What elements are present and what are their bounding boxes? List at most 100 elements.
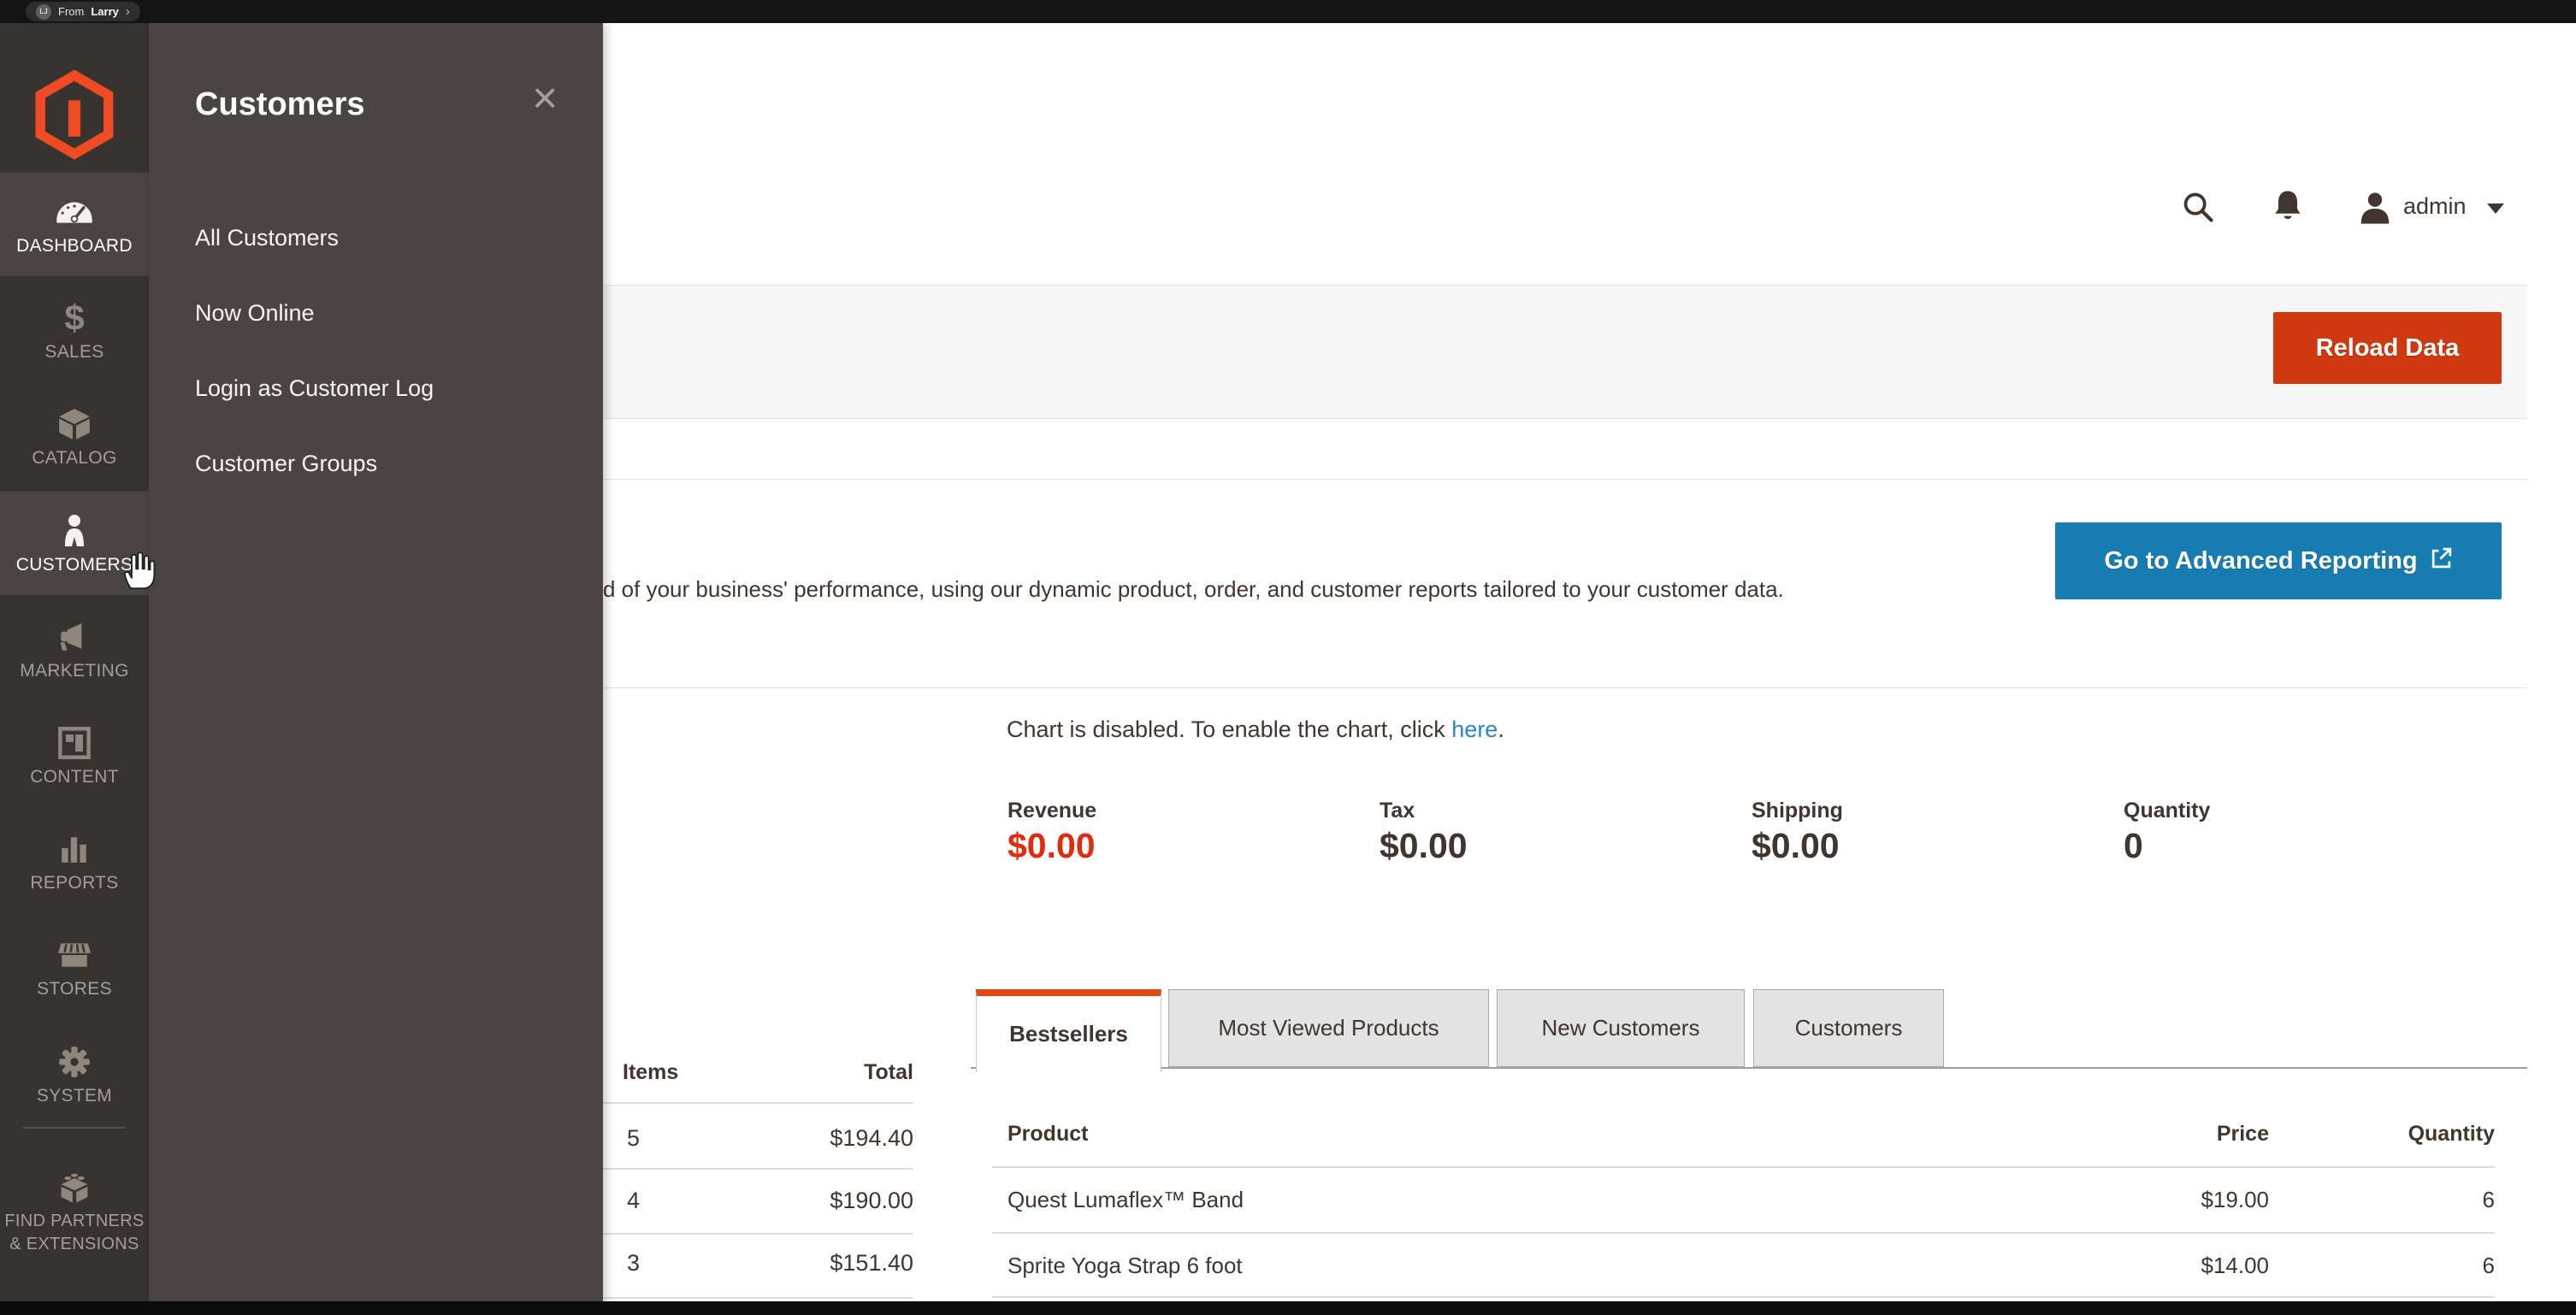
bestsellers-col-price: Price (2098, 1122, 2269, 1147)
bestsellers-row-product: Sprite Yoga Strap 6 foot (1007, 1253, 1243, 1279)
shipping-value: $0.00 (1752, 826, 1840, 866)
bestsellers-row-product: Quest Lumaflex™ Band (1007, 1187, 1244, 1213)
sidebar-item-label: CONTENT (0, 767, 149, 787)
revenue-value: $0.00 (1007, 826, 1096, 866)
magento-admin-dashboard: admin Reload Data d of your business' pe… (0, 0, 2576, 1315)
customers-person-icon (0, 510, 149, 551)
pill-name-text: Larry (91, 5, 119, 18)
sidebar-item-label: MARKETING (0, 661, 149, 681)
tax-label: Tax (1380, 799, 1415, 823)
tab-most-viewed-products[interactable]: Most Viewed Products (1168, 989, 1489, 1067)
catalog-box-icon (0, 404, 149, 445)
tab-customers[interactable]: Customers (1753, 989, 1944, 1067)
sidebar-item-label: CUSTOMERS (0, 555, 149, 575)
tab-new-customers[interactable]: New Customers (1497, 989, 1745, 1067)
sidebar-item-marketing[interactable]: MARKETING (0, 598, 149, 701)
stores-storefront-icon (0, 935, 149, 976)
bestsellers-row-price: $14.00 (2098, 1253, 2269, 1279)
orders-row-total: $190.00 (770, 1188, 913, 1214)
chart-notice-text: Chart is disabled. To enable the chart, … (1007, 716, 1451, 742)
orders-row-items: 5 (627, 1125, 640, 1152)
divider (601, 1233, 913, 1235)
orders-col-items: Items (623, 1060, 678, 1085)
divider (992, 1166, 2495, 1168)
external-link-icon (2430, 546, 2453, 576)
menu-item-customer-groups[interactable]: Customer Groups (195, 451, 377, 477)
from-larry-pill[interactable]: LJ From Larry › (26, 2, 140, 21)
sidebar-item-label: CATALOG (0, 448, 149, 469)
reports-bars-icon (0, 829, 149, 870)
go-to-advanced-reporting-label: Go to Advanced Reporting (2104, 547, 2417, 575)
divider (601, 1102, 913, 1104)
sidebar-item-customers[interactable]: CUSTOMERS (0, 492, 149, 595)
bestsellers-row-price: $19.00 (2098, 1187, 2269, 1213)
admin-sidebar: DASHBOARD $ SALES CATALOG CUSTOMERS MARK… (0, 23, 149, 1315)
chart-notice-suffix: . (1498, 716, 1504, 742)
notifications-bell-icon[interactable] (2270, 188, 2306, 228)
chevron-right-icon: › (126, 5, 130, 18)
sidebar-item-catalog[interactable]: CATALOG (0, 385, 149, 488)
sidebar-item-reports[interactable]: REPORTS (0, 810, 149, 913)
window-bottom-edge (0, 1301, 2576, 1315)
sidebar-item-label: SYSTEM (0, 1086, 149, 1106)
divider (601, 1168, 913, 1170)
bestsellers-row-quantity: 6 (2307, 1187, 2495, 1213)
admin-user-icon[interactable] (2357, 190, 2393, 230)
sidebar-item-label: FIND PARTNERS (0, 1210, 149, 1233)
divider (601, 1297, 913, 1299)
advanced-reporting-description: d of your business' performance, using o… (603, 576, 1784, 603)
overlay-top-bar: LJ From Larry › (0, 0, 2576, 23)
orders-row-items: 4 (627, 1188, 640, 1214)
sidebar-item-label: REPORTS (0, 873, 149, 893)
user-avatar-circle: LJ (36, 4, 51, 20)
enable-chart-link[interactable]: here (1451, 716, 1498, 742)
sidebar-item-find-partners[interactable]: FIND PARTNERS & EXTENSIONS (0, 1148, 149, 1256)
flyout-title: Customers (195, 86, 365, 123)
magento-logo[interactable] (35, 70, 114, 161)
orders-row-items: 3 (627, 1250, 640, 1277)
bestsellers-row-quantity: 6 (2307, 1253, 2495, 1279)
close-x-icon[interactable]: × (532, 76, 558, 121)
sidebar-item-system[interactable]: SYSTEM (0, 1023, 149, 1126)
quantity-label: Quantity (2124, 799, 2210, 823)
sidebar-item-sales[interactable]: $ SALES (0, 279, 149, 382)
sidebar-item-stores[interactable]: STORES (0, 916, 149, 1019)
sidebar-item-label: DASHBOARD (0, 236, 149, 257)
system-gear-icon (0, 1041, 149, 1082)
go-to-advanced-reporting-button[interactable]: Go to Advanced Reporting (2055, 522, 2502, 599)
sidebar-item-label: STORES (0, 979, 149, 1000)
sidebar-item-label: SALES (0, 342, 149, 363)
dashboard-gauge-icon (0, 192, 149, 233)
caret-down-icon[interactable] (2487, 203, 2504, 214)
menu-item-all-customers[interactable]: All Customers (195, 225, 339, 251)
search-icon[interactable] (2181, 190, 2215, 228)
tabs-underline (971, 1067, 2527, 1069)
marketing-megaphone-icon (0, 616, 149, 658)
sales-dollar-icon: $ (0, 298, 149, 339)
shipping-label: Shipping (1752, 799, 1843, 823)
quantity-value: 0 (2124, 826, 2143, 866)
orders-row-total: $194.40 (770, 1125, 913, 1152)
orders-col-total: Total (770, 1060, 913, 1085)
partners-brick-icon (0, 1167, 149, 1208)
content-layout-icon (0, 722, 149, 764)
bestsellers-col-product: Product (1007, 1122, 1088, 1147)
tab-bestsellers[interactable]: Bestsellers (976, 989, 1161, 1072)
reload-data-button[interactable]: Reload Data (2273, 312, 2502, 384)
sidebar-item-dashboard[interactable]: DASHBOARD (0, 173, 149, 276)
bestsellers-col-quantity: Quantity (2307, 1122, 2495, 1147)
menu-item-login-as-customer-log[interactable]: Login as Customer Log (195, 375, 434, 402)
admin-account-menu[interactable]: admin (2403, 193, 2467, 220)
revenue-label: Revenue (1007, 799, 1096, 823)
chart-disabled-notice: Chart is disabled. To enable the chart, … (1007, 716, 1504, 743)
menu-item-now-online[interactable]: Now Online (195, 300, 315, 327)
sidebar-item-content[interactable]: CONTENT (0, 704, 149, 807)
divider (992, 1296, 2495, 1298)
pill-from-text: From (58, 5, 84, 18)
sidebar-divider (23, 1127, 126, 1129)
divider (992, 1232, 2495, 1234)
tax-value: $0.00 (1380, 826, 1468, 866)
orders-row-total: $151.40 (770, 1250, 913, 1277)
sidebar-item-label: & EXTENSIONS (0, 1233, 149, 1256)
customers-flyout-menu: Customers × All Customers Now Online Log… (149, 23, 603, 1315)
